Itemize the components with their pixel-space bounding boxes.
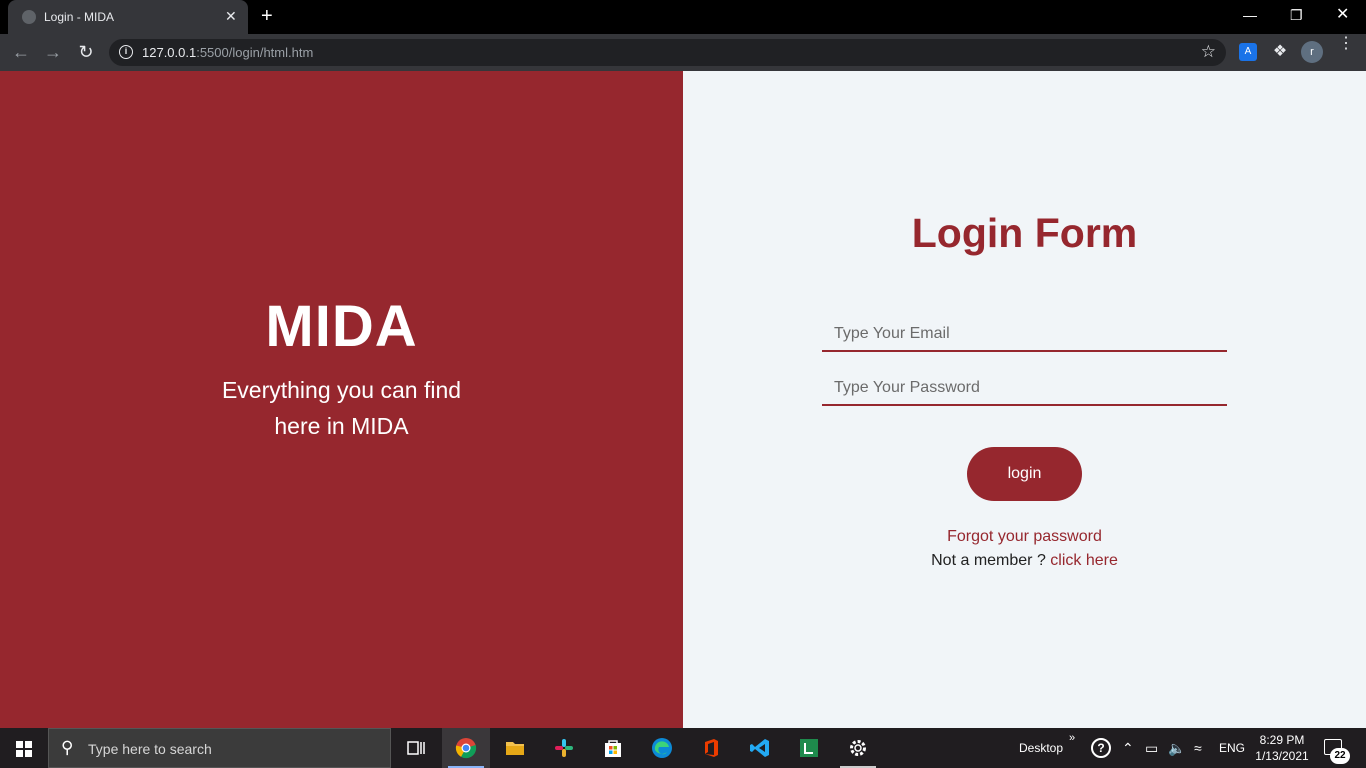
new-tab-button[interactable]: + (261, 6, 273, 26)
edge-icon (652, 738, 672, 758)
browser-tab[interactable]: Login - MIDA ✕ (8, 0, 248, 34)
brand-panel: MIDA Everything you can find here in MID… (0, 71, 683, 728)
signup-link[interactable]: click here (1050, 552, 1118, 569)
desktop-toolbar-label[interactable]: Desktop (1019, 741, 1063, 755)
forgot-password-link[interactable]: Forgot your password (683, 528, 1366, 546)
reload-icon[interactable]: ↻ (75, 42, 97, 64)
store-taskbar-button[interactable] (589, 728, 637, 768)
battery-icon[interactable]: ▭ (1145, 740, 1158, 756)
office-icon (705, 739, 718, 757)
spreadsheet-app-icon (800, 739, 818, 757)
browser-toolbar: ← → ↻ i 127.0.0.1:5500/login/html.htm ☆ … (0, 34, 1366, 71)
task-view-icon (407, 741, 425, 755)
window-close-button[interactable]: ✕ (1336, 6, 1349, 24)
tab-close-icon[interactable]: ✕ (225, 8, 237, 24)
chrome-taskbar-button[interactable] (442, 728, 490, 768)
gear-icon (850, 740, 866, 756)
site-info-icon[interactable]: i (119, 45, 133, 59)
brand-title: MIDA (265, 294, 418, 359)
email-field[interactable] (822, 318, 1227, 352)
globe-icon (22, 10, 36, 24)
tagline-line-1: Everything you can find (221, 377, 462, 403)
windows-logo-icon (16, 741, 32, 757)
back-arrow-icon[interactable]: ← (10, 42, 32, 64)
store-bag-icon (605, 740, 621, 757)
vscode-icon (750, 739, 769, 757)
folder-icon (506, 742, 524, 755)
member-prompt-text: Not a member ? (931, 552, 1046, 569)
slack-taskbar-button[interactable] (540, 728, 588, 768)
windows-taskbar: ⚲ Type here to search Desktop » ? ⌃ ▭ 🔈 … (0, 728, 1366, 768)
login-button[interactable]: login (967, 447, 1082, 501)
url-path: :5500/login/html.htm (196, 45, 314, 60)
form-title: Login Form (911, 210, 1138, 256)
chrome-icon (455, 738, 477, 759)
tab-title: Login - MIDA (44, 10, 115, 24)
login-form-panel: Login Form login Forgot your password No… (683, 71, 1366, 728)
vscode-taskbar-button[interactable] (736, 728, 784, 768)
start-button[interactable] (0, 728, 48, 768)
system-clock[interactable]: 8:29 PM 1/13/2021 (1252, 732, 1312, 764)
url-text[interactable]: 127.0.0.1:5500/login/html.htm (142, 45, 313, 60)
brand-tagline: Everything you can find here in MIDA (0, 372, 683, 444)
extensions-puzzle-icon[interactable]: ❖ (1271, 43, 1289, 61)
profile-avatar[interactable]: r (1301, 41, 1323, 63)
task-view-button[interactable] (392, 728, 440, 768)
taskbar-search-box[interactable]: ⚲ Type here to search (48, 728, 391, 768)
browser-menu-icon[interactable]: ⋮ (1338, 36, 1354, 52)
slack-icon (555, 739, 573, 757)
file-explorer-taskbar-button[interactable] (491, 728, 539, 768)
address-bar[interactable]: i 127.0.0.1:5500/login/html.htm ☆ (109, 39, 1226, 66)
window-minimize-button[interactable]: — (1243, 6, 1257, 24)
wifi-icon[interactable]: ≈ (1194, 740, 1202, 756)
translate-extension-icon[interactable]: A (1239, 43, 1257, 61)
window-restore-button[interactable]: ❐ (1290, 6, 1303, 24)
clock-time: 8:29 PM (1259, 733, 1305, 747)
notification-count-badge: 22 (1330, 748, 1350, 764)
toolbar-overflow-chevron[interactable]: » (1069, 732, 1075, 744)
login-page: MIDA Everything you can find here in MID… (0, 71, 1366, 728)
volume-icon[interactable]: 🔈 (1168, 740, 1185, 756)
browser-tab-strip: Login - MIDA ✕ + — ❐ ✕ (0, 0, 1366, 34)
password-field[interactable] (822, 372, 1227, 406)
edge-taskbar-button[interactable] (638, 728, 686, 768)
bookmark-star-icon[interactable]: ☆ (1201, 42, 1216, 62)
taskbar-search-placeholder: Type here to search (88, 741, 212, 757)
clock-date: 1/13/2021 (1255, 749, 1309, 763)
office-taskbar-button[interactable] (687, 728, 735, 768)
help-icon[interactable]: ? (1091, 738, 1111, 758)
language-indicator[interactable]: ENG (1219, 741, 1245, 755)
tagline-line-2: here in MIDA (274, 413, 409, 439)
forward-arrow-icon[interactable]: → (42, 42, 64, 64)
search-icon: ⚲ (61, 738, 74, 757)
signup-prompt: Not a member ? click here (683, 552, 1366, 570)
url-host: 127.0.0.1 (142, 45, 197, 60)
settings-taskbar-button[interactable] (834, 728, 882, 768)
show-hidden-icons-chevron-icon[interactable]: ⌃ (1122, 740, 1134, 756)
spreadsheet-app-taskbar-button[interactable] (785, 728, 833, 768)
